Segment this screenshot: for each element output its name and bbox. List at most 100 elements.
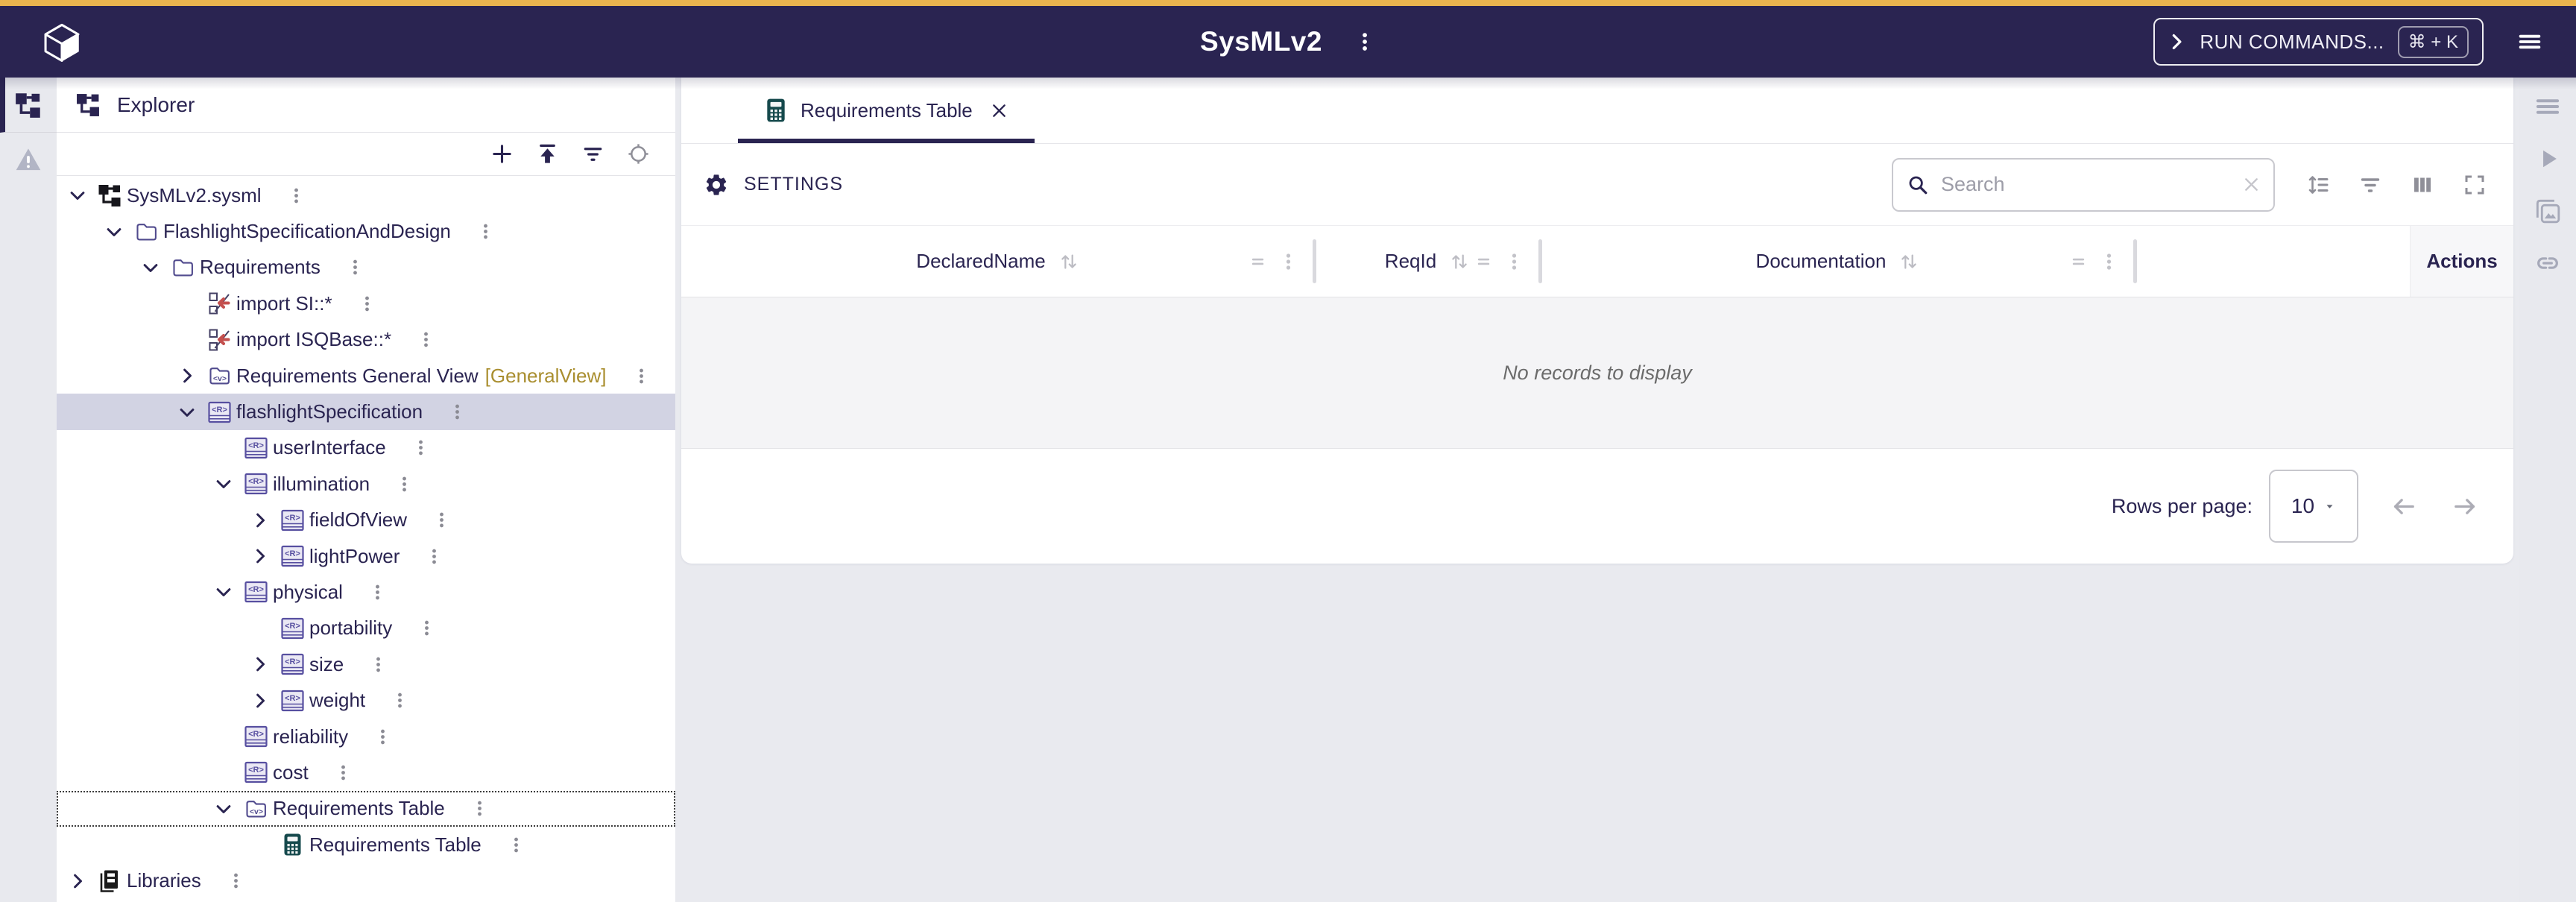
columns-button[interactable] <box>2411 173 2434 197</box>
publish-button[interactable] <box>536 142 559 165</box>
chevron-down-icon[interactable] <box>105 223 123 241</box>
tree-item-flashlightspecification[interactable]: flashlightSpecification <box>57 394 675 429</box>
tree-item-requirements-table[interactable]: Requirements Table <box>57 791 675 827</box>
next-page-button[interactable] <box>2452 493 2479 520</box>
tree-chevron-slot[interactable] <box>178 365 207 387</box>
tree-item-import-isqbase[interactable]: import ISQBase::* <box>57 322 675 358</box>
tree-chevron-slot[interactable] <box>105 221 134 243</box>
column-drag-icon[interactable] <box>1248 251 1268 271</box>
fullscreen-button[interactable] <box>2463 173 2487 197</box>
chevron-down-icon[interactable] <box>69 186 86 204</box>
kebab-menu-icon[interactable] <box>417 329 435 350</box>
tree-chevron-slot[interactable] <box>251 690 280 712</box>
filter-button[interactable] <box>2358 173 2382 197</box>
chevron-right-icon[interactable] <box>251 511 269 529</box>
sort-icon[interactable] <box>1058 250 1080 273</box>
sort-icon[interactable] <box>1898 250 1920 273</box>
column-header-documentation[interactable]: Documentation <box>1541 226 2135 297</box>
tree-chevron-slot[interactable] <box>215 798 244 820</box>
panel-menu-icon[interactable] <box>2534 92 2562 121</box>
kebab-menu-icon[interactable] <box>369 655 388 675</box>
tree-item-requirements[interactable]: Requirements <box>57 250 675 286</box>
chevron-right-icon[interactable] <box>251 655 269 673</box>
tree-chevron-slot[interactable] <box>178 401 207 423</box>
run-commands-button[interactable]: RUN COMMANDS... ⌘ + K <box>2153 18 2484 66</box>
tree-item-requirements-general-view[interactable]: Requirements General View[GeneralView] <box>57 358 675 394</box>
previous-page-button[interactable] <box>2390 493 2417 520</box>
kebab-menu-icon[interactable] <box>395 474 414 494</box>
run-icon[interactable] <box>2534 145 2562 173</box>
kebab-menu-icon[interactable] <box>432 510 451 530</box>
kebab-menu-icon[interactable] <box>373 727 392 747</box>
locate-button[interactable] <box>627 142 650 165</box>
kebab-menu-icon[interactable] <box>358 294 376 314</box>
tree-item-size[interactable]: size <box>57 646 675 682</box>
chevron-right-icon[interactable] <box>251 692 269 710</box>
chevron-down-icon[interactable] <box>142 259 160 277</box>
kebab-menu-icon[interactable] <box>368 582 387 602</box>
chevron-right-icon[interactable] <box>251 547 269 565</box>
tree-item-lightpower[interactable]: lightPower <box>57 538 675 574</box>
tree-item-libraries[interactable]: Libraries <box>57 862 675 898</box>
kebab-menu-icon[interactable] <box>448 402 467 422</box>
tree-item-import-si[interactable]: import SI::* <box>57 286 675 321</box>
column-header-actions[interactable]: Actions <box>2410 226 2513 297</box>
column-drag-icon[interactable] <box>2068 251 2089 271</box>
close-icon[interactable] <box>989 101 1009 121</box>
tree-item-portability[interactable]: portability <box>57 611 675 646</box>
tree-item-sysmlv2-sysml[interactable]: SysMLv2.sysml <box>57 177 675 213</box>
app-kebab-menu-icon[interactable] <box>1354 30 1376 54</box>
chevron-down-icon[interactable] <box>178 403 196 421</box>
tree-item-cost[interactable]: cost <box>57 754 675 790</box>
search-input[interactable] <box>1939 172 2231 197</box>
tree-chevron-slot[interactable] <box>215 473 244 495</box>
chevron-right-icon[interactable] <box>178 367 196 385</box>
add-button[interactable] <box>490 142 514 165</box>
row-height-button[interactable] <box>2306 173 2330 197</box>
link-icon[interactable] <box>2534 249 2562 277</box>
tree-chevron-slot[interactable] <box>215 581 244 603</box>
activity-bar-item-explorer[interactable] <box>0 78 57 133</box>
column-kebab-menu-icon[interactable] <box>1278 251 1298 271</box>
hamburger-menu-icon[interactable] <box>2515 28 2545 55</box>
tree-chevron-slot[interactable] <box>69 870 98 892</box>
column-drag-icon[interactable] <box>1474 251 1494 271</box>
kebab-menu-icon[interactable] <box>507 835 525 855</box>
filter-button[interactable] <box>581 142 604 165</box>
kebab-menu-icon[interactable] <box>476 221 495 242</box>
kebab-menu-icon[interactable] <box>346 257 364 277</box>
chevron-down-icon[interactable] <box>215 475 233 493</box>
tree-item-userinterface[interactable]: userInterface <box>57 430 675 466</box>
tree-item-physical[interactable]: physical <box>57 574 675 610</box>
column-header-declaredname[interactable]: DeclaredName <box>681 226 1315 297</box>
activity-bar-item-problems[interactable] <box>0 133 57 186</box>
tree-chevron-slot[interactable] <box>251 653 280 675</box>
tree-chevron-slot[interactable] <box>251 545 280 567</box>
kebab-menu-icon[interactable] <box>411 438 430 458</box>
settings-button[interactable]: SETTINGS <box>704 172 843 198</box>
tab-requirements-table[interactable]: Requirements Table <box>738 78 1035 143</box>
kebab-menu-icon[interactable] <box>470 798 489 819</box>
tree-item-requirements-table[interactable]: Requirements Table <box>57 827 675 862</box>
tree-item-flashlightspecificationanddesign[interactable]: FlashlightSpecificationAndDesign <box>57 213 675 249</box>
tree-chevron-slot[interactable] <box>69 184 98 206</box>
kebab-menu-icon[interactable] <box>287 186 306 206</box>
kebab-menu-icon[interactable] <box>425 546 443 567</box>
chevron-down-icon[interactable] <box>215 583 233 601</box>
kebab-menu-icon[interactable] <box>334 763 353 783</box>
chevron-right-icon[interactable] <box>69 872 86 890</box>
kebab-menu-icon[interactable] <box>417 618 436 638</box>
chevron-down-icon[interactable] <box>215 800 233 818</box>
column-kebab-menu-icon[interactable] <box>1504 251 1524 271</box>
rows-per-page-select[interactable]: 10 <box>2269 470 2358 543</box>
tree-chevron-slot[interactable] <box>142 256 171 279</box>
column-header-reqid[interactable]: ReqId <box>1315 226 1541 297</box>
kebab-menu-icon[interactable] <box>391 690 409 710</box>
kebab-menu-icon[interactable] <box>632 366 651 386</box>
tree-item-fieldofview[interactable]: fieldOfView <box>57 502 675 538</box>
kebab-menu-icon[interactable] <box>227 871 245 891</box>
tree-item-reliability[interactable]: reliability <box>57 719 675 754</box>
diagrams-icon[interactable] <box>2534 197 2562 225</box>
tree-chevron-slot[interactable] <box>251 509 280 532</box>
column-kebab-menu-icon[interactable] <box>2099 251 2119 271</box>
